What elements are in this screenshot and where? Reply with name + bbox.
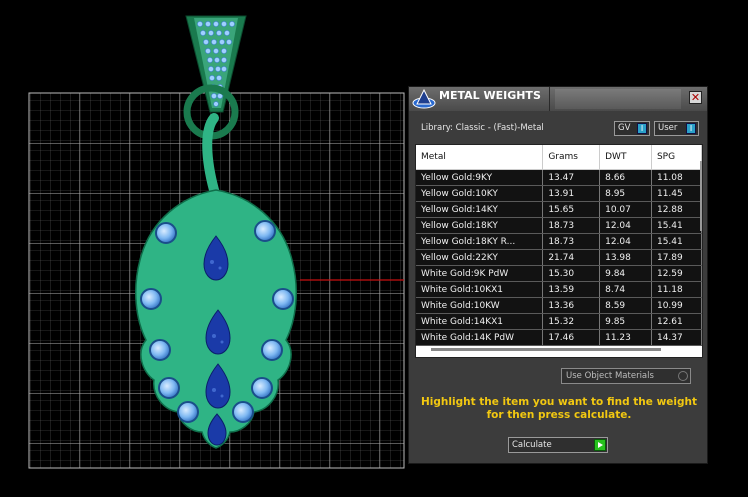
use-object-materials-checkbox[interactable]: Use Object Materials [561, 368, 691, 384]
cell-metal: Yellow Gold:18KY R... [416, 233, 544, 250]
cell-spg: 15.41 [651, 217, 702, 234]
metal-table[interactable]: Metal Grams DWT SPG Yellow Gold:9KY 13.47… [415, 144, 703, 358]
cell-grams: 13.91 [542, 185, 601, 202]
table-header-row: Metal Grams DWT SPG [416, 145, 702, 170]
cell-metal: White Gold:14KX1 [416, 313, 544, 330]
cell-grams: 21.74 [542, 249, 601, 266]
table-row[interactable]: Yellow Gold:9KY 13.47 8.66 11.08 [416, 169, 702, 186]
table-row[interactable]: Yellow Gold:10KY 13.91 8.95 11.45 [416, 185, 702, 202]
column-header-grams[interactable]: Grams [542, 145, 601, 170]
cell-dwt: 12.04 [599, 217, 652, 234]
calculate-label: Calculate [512, 440, 552, 450]
cell-grams: 17.46 [542, 329, 601, 346]
cell-grams: 15.65 [542, 201, 601, 218]
user-toggle-label: User [658, 123, 678, 133]
vertical-scrollbar[interactable] [700, 161, 702, 231]
cell-dwt: 13.98 [599, 249, 652, 266]
cell-grams: 18.73 [542, 233, 601, 250]
cell-dwt: 8.59 [599, 297, 652, 314]
cell-metal: White Gold:10KX1 [416, 281, 544, 298]
cell-dwt: 9.84 [599, 265, 652, 282]
cell-metal: Yellow Gold:18KY [416, 217, 544, 234]
cell-spg: 11.08 [651, 169, 702, 186]
instruction-text: Highlight the item you want to find the … [419, 396, 699, 422]
table-row[interactable]: White Gold:14KX1 15.32 9.85 12.61 [416, 313, 702, 330]
cell-grams: 13.59 [542, 281, 601, 298]
instruction-line-2: for then press calculate. [486, 409, 632, 421]
panel-titlebar[interactable]: METAL WEIGHTS ✕ [409, 87, 707, 111]
gv-toggle-label: GV [618, 123, 631, 133]
cell-metal: Yellow Gold:9KY [416, 169, 544, 186]
app-logo-icon [412, 88, 436, 109]
table-row[interactable]: White Gold:10KW 13.36 8.59 10.99 [416, 297, 702, 314]
cell-dwt: 9.85 [599, 313, 652, 330]
cell-spg: 14.37 [651, 329, 702, 346]
cell-dwt: 8.74 [599, 281, 652, 298]
library-label: Library: Classic - (Fast)-Metal [421, 123, 544, 133]
table-row[interactable]: Yellow Gold:22KY 21.74 13.98 17.89 [416, 249, 702, 266]
cell-dwt: 12.04 [599, 233, 652, 250]
cell-grams: 13.36 [542, 297, 601, 314]
cell-metal: Yellow Gold:10KY [416, 185, 544, 202]
cell-spg: 12.59 [651, 265, 702, 282]
cell-grams: 15.30 [542, 265, 601, 282]
column-header-dwt[interactable]: DWT [599, 145, 652, 170]
cell-dwt: 8.66 [599, 169, 652, 186]
cell-spg: 17.89 [651, 249, 702, 266]
cell-metal: Yellow Gold:14KY [416, 201, 544, 218]
cell-spg: 12.61 [651, 313, 702, 330]
cell-grams: 15.32 [542, 313, 601, 330]
gv-toggle[interactable]: GV I [614, 121, 650, 136]
table-row[interactable]: Yellow Gold:18KY 18.73 12.04 15.41 [416, 217, 702, 234]
cell-spg: 11.45 [651, 185, 702, 202]
table-row[interactable]: Yellow Gold:14KY 15.65 10.07 12.88 [416, 201, 702, 218]
close-icon: ✕ [690, 91, 701, 104]
checkbox-icon [678, 371, 688, 381]
cell-metal: White Gold:10KW [416, 297, 544, 314]
table-row[interactable]: White Gold:9K PdW 15.30 9.84 12.59 [416, 265, 702, 282]
cell-spg: 10.99 [651, 297, 702, 314]
horizontal-scrollbar[interactable] [431, 348, 661, 351]
cell-dwt: 11.23 [599, 329, 652, 346]
cell-spg: 15.41 [651, 233, 702, 250]
play-arrow-icon [594, 439, 606, 451]
column-header-spg[interactable]: SPG [651, 145, 702, 170]
table-row[interactable]: White Gold:14K PdW 17.46 11.23 14.37 [416, 329, 702, 346]
cell-metal: White Gold:14K PdW [416, 329, 544, 346]
cell-spg: 12.88 [651, 201, 702, 218]
panel-title: METAL WEIGHTS [439, 87, 550, 111]
cell-grams: 13.47 [542, 169, 601, 186]
use-object-materials-label: Use Object Materials [566, 371, 654, 381]
instruction-line-1: Highlight the item you want to find the … [421, 396, 697, 408]
user-toggle[interactable]: User I [654, 121, 699, 136]
calculate-button[interactable]: Calculate [508, 437, 608, 453]
cell-metal: Yellow Gold:22KY [416, 249, 544, 266]
table-row[interactable]: White Gold:10KX1 13.59 8.74 11.18 [416, 281, 702, 298]
close-button[interactable]: ✕ [689, 91, 702, 104]
cell-dwt: 10.07 [599, 201, 652, 218]
cell-grams: 18.73 [542, 217, 601, 234]
cell-dwt: 8.95 [599, 185, 652, 202]
table-row[interactable]: Yellow Gold:18KY R... 18.73 12.04 15.41 [416, 233, 702, 250]
toggle-icon: I [637, 123, 647, 134]
titlebar-fill [555, 89, 681, 109]
toggle-icon: I [686, 123, 696, 134]
metal-weights-panel: METAL WEIGHTS ✕ Library: Classic - (Fast… [408, 86, 708, 464]
cell-spg: 11.18 [651, 281, 702, 298]
column-header-metal[interactable]: Metal [416, 145, 544, 170]
cell-metal: White Gold:9K PdW [416, 265, 544, 282]
